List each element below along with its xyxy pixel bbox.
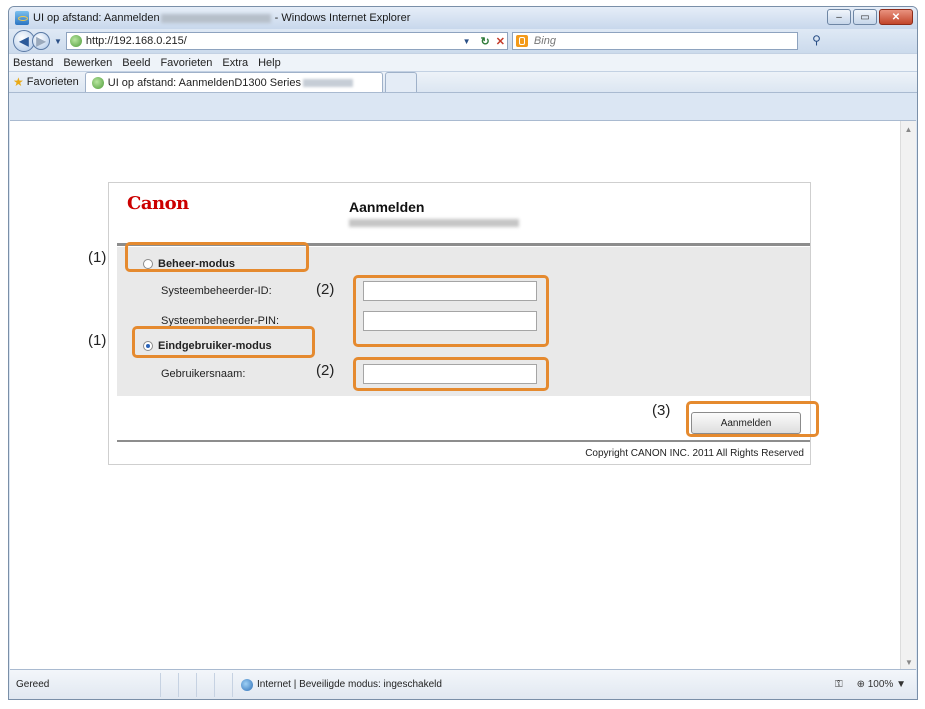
menu-extra[interactable]: Extra: [222, 57, 248, 69]
security-zone[interactable]: Internet | Beveiligde modus: ingeschakel…: [232, 672, 672, 697]
bing-icon: [515, 35, 528, 47]
blurred-tab-text: [303, 78, 353, 87]
status-bar: Gereed Internet | Beveiligde modus: inge…: [10, 669, 916, 699]
navigation-bar: ◀ ▶ ▼ http://192.168.0.215/ ▼ ↻ ✕ Bing ⚲: [9, 29, 917, 53]
menu-help[interactable]: Help: [258, 57, 281, 69]
callout-box-login-button: [686, 401, 819, 437]
tab-title: UI op afstand: AanmeldenD1300 Series: [107, 76, 301, 89]
status-cell: [196, 672, 214, 697]
callout-box-admin-fields: [353, 275, 549, 347]
maximize-button[interactable]: ▭: [853, 9, 877, 25]
address-dropdown-icon[interactable]: ▼: [463, 37, 471, 46]
copyright-text: Copyright CANON INC. 2011 All Rights Res…: [585, 448, 804, 459]
search-placeholder: Bing: [533, 35, 556, 47]
blurred-model-name: [160, 13, 271, 23]
history-dropdown-icon[interactable]: ▼: [54, 37, 62, 46]
status-cell: [160, 672, 178, 697]
address-bar[interactable]: http://192.168.0.215/ ▼ ↻ ✕: [65, 32, 508, 50]
tab-site-icon: [91, 76, 104, 89]
status-cell: [178, 672, 196, 697]
footer-divider: [117, 440, 810, 442]
globe-icon: [241, 678, 253, 691]
blurred-model-subtitle: [349, 219, 519, 227]
favorites-label: Favorieten: [26, 76, 79, 88]
window-controls: – ▭ ✕: [827, 9, 913, 25]
callout-box-enduser-mode: [132, 326, 315, 358]
callout-number-2b: (2): [316, 362, 335, 379]
address-url[interactable]: http://192.168.0.215/: [86, 35, 187, 47]
status-right: ⚿ ⊕ 100% ▼: [835, 679, 916, 690]
menu-bestand[interactable]: Bestand: [13, 57, 53, 69]
star-icon: ★: [13, 75, 24, 89]
callout-number-3: (3): [652, 402, 671, 419]
zoom-control[interactable]: ⊕ 100% ▼: [857, 679, 906, 690]
menu-beeld[interactable]: Beeld: [122, 57, 150, 69]
site-icon: [69, 35, 82, 47]
sysadmin-id-label: Systeembeheerder-ID:: [161, 285, 272, 297]
canon-logo: Canon: [127, 193, 189, 214]
ie-icon: [15, 11, 29, 25]
close-button[interactable]: ✕: [879, 9, 913, 25]
page-viewport: Canon Aanmelden Beheer-modus Systeembehe…: [10, 120, 916, 670]
scroll-down-icon[interactable]: ▼: [901, 654, 917, 670]
search-icon[interactable]: ⚲: [812, 33, 821, 47]
zone-text: Internet | Beveiligde modus: ingeschakel…: [257, 679, 442, 690]
zoom-level: 100%: [867, 679, 894, 690]
status-cell: [214, 672, 232, 697]
callout-box-admin-mode: [125, 242, 309, 272]
favorites-bar: ★ Favorieten UI op afstand: AanmeldenD13…: [9, 71, 917, 93]
window-title: UI op afstand: Aanmelden - Windows Inter…: [33, 12, 410, 24]
title-bar: UI op afstand: Aanmelden - Windows Inter…: [9, 7, 917, 29]
stop-icon[interactable]: ✕: [496, 35, 505, 48]
username-label: Gebruikersnaam:: [161, 368, 246, 380]
scroll-up-icon[interactable]: ▲: [901, 121, 916, 137]
new-tab-button[interactable]: [384, 72, 417, 92]
security-icon[interactable]: ⚿: [835, 679, 843, 690]
window-title-prefix: UI op afstand: Aanmelden: [33, 12, 160, 24]
menu-bewerken[interactable]: Bewerken: [63, 57, 112, 69]
callout-box-username-field: [353, 357, 549, 391]
callout-number-1a: (1): [88, 249, 107, 266]
search-box[interactable]: Bing ⚲: [511, 32, 821, 50]
refresh-icon[interactable]: ↻: [480, 35, 489, 48]
menu-favorieten[interactable]: Favorieten: [160, 57, 212, 69]
forward-button[interactable]: ▶: [32, 32, 50, 50]
vertical-scrollbar[interactable]: ▲ ▼: [900, 121, 916, 670]
tab-active[interactable]: UI op afstand: AanmeldenD1300 Series: [84, 72, 383, 92]
callout-number-2a: (2): [316, 281, 335, 298]
favorites-button[interactable]: ★ Favorieten: [13, 72, 79, 92]
page-title: Aanmelden: [349, 199, 425, 215]
zoom-icon: ⊕: [856, 679, 865, 690]
callout-number-1b: (1): [88, 332, 107, 349]
menu-bar: Bestand Bewerken Beeld Favorieten Extra …: [9, 53, 917, 71]
browser-window: UI op afstand: Aanmelden - Windows Inter…: [8, 6, 918, 700]
status-ready: Gereed: [16, 679, 50, 690]
minimize-button[interactable]: –: [827, 9, 851, 25]
window-title-suffix: - Windows Internet Explorer: [271, 12, 411, 24]
